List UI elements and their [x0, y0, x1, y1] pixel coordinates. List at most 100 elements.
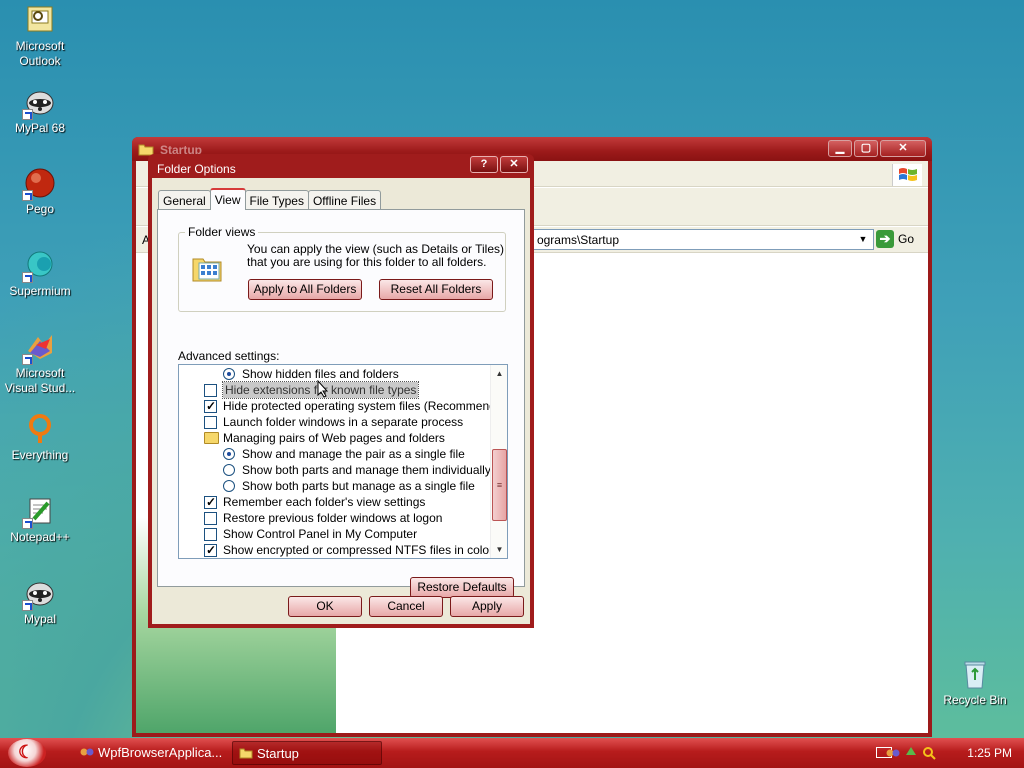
start-button[interactable]: ☾ [8, 739, 46, 767]
desktop-icon-mypal[interactable]: Mypal [0, 577, 80, 627]
checkbox-checked[interactable] [204, 542, 217, 558]
supermium-icon [22, 249, 56, 283]
advanced-setting-row[interactable]: Hide protected operating system files (R… [179, 398, 507, 414]
advanced-setting-row[interactable]: Show both parts and manage them individu… [179, 462, 491, 478]
checkbox[interactable] [204, 416, 217, 429]
advanced-setting-row[interactable]: Show encrypted or compressed NTFS files … [179, 542, 494, 558]
radio[interactable] [223, 480, 235, 492]
minimize-button[interactable]: ▁ [828, 140, 852, 157]
folder-options-dialog: Folder Options ? ✕ General View File Typ… [148, 154, 534, 628]
scroll-up-icon[interactable]: ▲ [491, 365, 507, 382]
advanced-setting-row[interactable]: Hide extensions for known file types [179, 381, 491, 399]
recycle-tray-icon[interactable] [904, 746, 918, 760]
desktop-icon-label: Pego [25, 202, 55, 216]
tab-file-types[interactable]: File Types [244, 190, 309, 210]
tab-offline-files[interactable]: Offline Files [307, 190, 382, 210]
windows-logo-icon [892, 164, 922, 186]
desktop-icon-label: Everything [11, 448, 69, 462]
dialog-body: General View File Types Offline Files Fo… [152, 178, 530, 624]
desktop-icon-label: Microsoft Outlook [15, 39, 65, 68]
recycle-bin-icon [959, 658, 991, 690]
reset-all-folders-button[interactable]: Reset All Folders [379, 279, 493, 300]
restore-defaults-button[interactable]: Restore Defaults [410, 577, 514, 598]
radio[interactable] [223, 464, 235, 476]
folder-icon [204, 432, 219, 444]
desktop-icon-supermium[interactable]: Supermium [0, 249, 80, 299]
advanced-setting-row[interactable]: Restore previous folder windows at logon [179, 510, 491, 526]
advanced-setting-row[interactable]: Launch folder windows in a separate proc… [179, 414, 491, 430]
folder-icon [239, 748, 253, 759]
desktop-icon-label: Recycle Bin [943, 693, 1007, 707]
desktop-icon-outlook[interactable]: Microsoft Outlook [0, 4, 80, 69]
desktop-icon-mypal68[interactable]: MyPal 68 [0, 86, 80, 136]
advanced-settings-label: Advanced settings: [178, 349, 280, 363]
address-value: ograms\Startup [536, 233, 619, 247]
checkbox[interactable] [204, 528, 217, 541]
advanced-settings-list[interactable]: Show hidden files and folders Hide extens… [178, 364, 508, 559]
dialog-title: Folder Options [157, 162, 236, 176]
apply-to-all-folders-button[interactable]: Apply to All Folders [248, 279, 362, 300]
taskbar-item-startup[interactable]: Startup [232, 741, 382, 765]
network-icon[interactable] [886, 746, 900, 760]
advanced-setting-row[interactable]: Show and manage the pair as a single fil… [179, 446, 491, 462]
notepadpp-icon [22, 495, 56, 529]
view-tab-panel: Folder views You can apply the view (suc… [157, 209, 525, 598]
desktop-icon-pego[interactable]: Pego [0, 167, 80, 217]
advanced-setting-label: Hide protected operating system files (R… [223, 399, 508, 413]
taskbar-item-label: WpfBrowserApplica... [98, 745, 223, 760]
taskbar-item-label: Startup [257, 746, 299, 761]
desktop-icon-label: MyPal 68 [14, 121, 66, 135]
checkbox[interactable] [204, 384, 217, 397]
advanced-setting-label: Managing pairs of Web pages and folders [223, 431, 445, 445]
tab-general[interactable]: General [158, 190, 211, 210]
checkbox-checked[interactable] [204, 398, 217, 414]
help-button[interactable]: ? [470, 156, 498, 173]
advanced-setting-label: Show Control Panel in My Computer [223, 527, 418, 541]
dialog-close-button[interactable]: ✕ [500, 156, 528, 173]
mypal-icon [22, 86, 56, 120]
desktop-icon-label: Notepad++ [10, 530, 70, 544]
go-label: Go [898, 232, 915, 246]
mouse-cursor-icon [317, 380, 329, 398]
radio-selected[interactable] [223, 368, 235, 380]
scroll-down-icon[interactable]: ▼ [491, 541, 507, 558]
go-button[interactable]: ➔ Go [876, 230, 914, 248]
desktop-icon-everything[interactable]: Everything [0, 413, 80, 463]
advanced-setting-label: Show and manage the pair as a single fil… [242, 447, 465, 461]
desktop-icon-recycle-bin[interactable]: Recycle Bin [935, 658, 1015, 708]
address-dropdown-arrow-icon[interactable]: ▼ [855, 231, 871, 248]
desktop-icon-label: Mypal [23, 612, 56, 626]
system-tray: 1:25 PM [874, 738, 1024, 768]
taskbar-item-wpf[interactable]: WpfBrowserApplica... [74, 741, 224, 765]
radio-selected[interactable] [223, 448, 235, 460]
cancel-button[interactable]: Cancel [369, 596, 443, 617]
desktop-icon-visual-studio[interactable]: Microsoft Visual Stud... [0, 331, 80, 396]
advanced-scrollbar[interactable]: ▲ ≡ ▼ [490, 365, 507, 558]
advanced-setting-row[interactable]: Show both parts but manage as a single f… [179, 478, 491, 494]
tab-view[interactable]: View [209, 188, 246, 210]
search-icon[interactable] [922, 746, 936, 760]
close-button[interactable]: ✕ [880, 140, 926, 157]
scroll-thumb[interactable]: ≡ [492, 449, 507, 521]
advanced-setting-row[interactable]: Show Control Panel in My Computer [179, 526, 491, 542]
advanced-setting-label: Show both parts but manage as a single f… [242, 479, 475, 493]
desktop-icon-notepadpp[interactable]: Notepad++ [0, 495, 80, 545]
pego-icon [22, 167, 56, 201]
advanced-setting-label: Remember each folder's view settings [223, 495, 426, 509]
outlook-icon [24, 4, 56, 36]
advanced-setting-row[interactable]: Show hidden files and folders [179, 366, 491, 382]
checkbox-checked[interactable] [204, 494, 217, 510]
clock[interactable]: 1:25 PM [967, 746, 1012, 760]
advanced-setting-row[interactable]: Managing pairs of Web pages and folders [179, 430, 491, 446]
apply-button[interactable]: Apply [450, 596, 524, 617]
maximize-button[interactable]: ▢ [854, 140, 878, 157]
advanced-setting-label: Show encrypted or compressed NTFS files … [223, 543, 494, 557]
advanced-setting-label: Show both parts and manage them individu… [242, 463, 491, 477]
advanced-setting-row[interactable]: Remember each folder's view settings [179, 494, 491, 510]
desktop-icon-label: Supermium [9, 284, 71, 298]
folder-views-icon [191, 251, 225, 285]
ok-button[interactable]: OK [288, 596, 362, 617]
checkbox[interactable] [204, 512, 217, 525]
folder-views-legend: Folder views [185, 225, 259, 239]
folder-views-description: You can apply the view (such as Details … [247, 242, 505, 269]
